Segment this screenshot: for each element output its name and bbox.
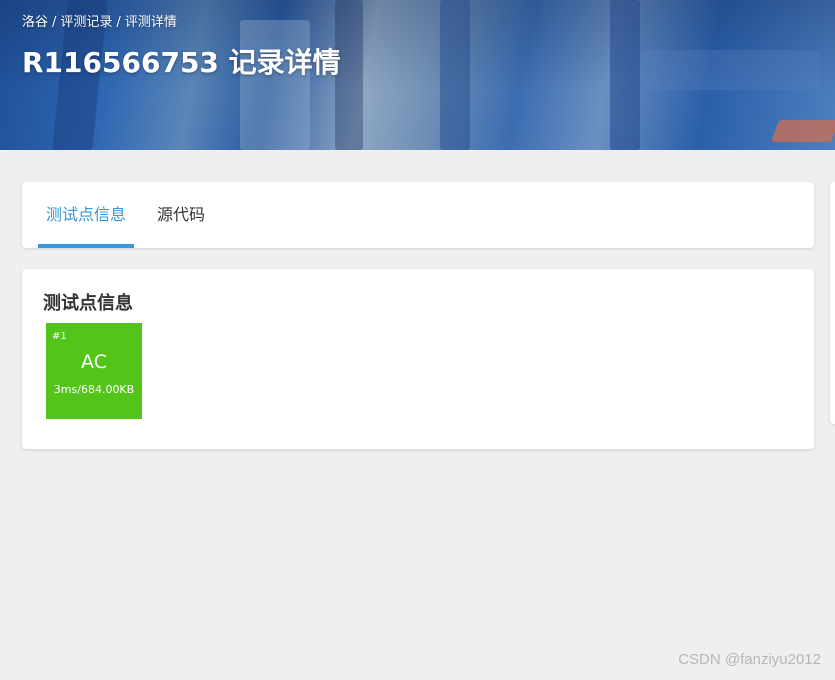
watermark: CSDN @fanziyu2012	[678, 651, 821, 668]
testcase-id: #1	[52, 331, 67, 342]
tab-testcase-info[interactable]: 测试点信息	[38, 182, 134, 248]
testcase-tile[interactable]: #1 AC 3ms/684.00KB	[46, 323, 142, 419]
banner-stroke	[770, 120, 835, 142]
breadcrumb-separator: /	[116, 15, 121, 30]
breadcrumb-link-records[interactable]: 评测记录	[60, 15, 112, 30]
breadcrumb-link-home[interactable]: 洛谷	[22, 15, 48, 30]
breadcrumb-current: 评测详情	[124, 15, 177, 30]
banner-stroke	[240, 20, 310, 150]
page-title: R116566753 记录详情	[22, 46, 341, 79]
testcase-info-card: 测试点信息 #1 AC 3ms/684.00KB	[22, 269, 814, 449]
breadcrumb-separator: /	[52, 15, 57, 30]
tabs-card: 测试点信息 源代码	[22, 182, 814, 248]
breadcrumb: 洛谷 / 评测记录 / 评测详情	[22, 11, 177, 30]
banner-stroke	[440, 0, 470, 150]
side-panel-card	[830, 182, 835, 424]
section-title: 测试点信息	[43, 293, 133, 314]
testcase-status: AC	[81, 351, 107, 373]
header-banner: 洛谷 / 评测记录 / 评测详情 R116566753 记录详情	[0, 0, 835, 150]
tab-source-code[interactable]: 源代码	[148, 182, 214, 248]
testcase-detail: 3ms/684.00KB	[53, 383, 135, 396]
banner-stroke	[640, 50, 820, 90]
banner-stroke	[610, 0, 640, 150]
